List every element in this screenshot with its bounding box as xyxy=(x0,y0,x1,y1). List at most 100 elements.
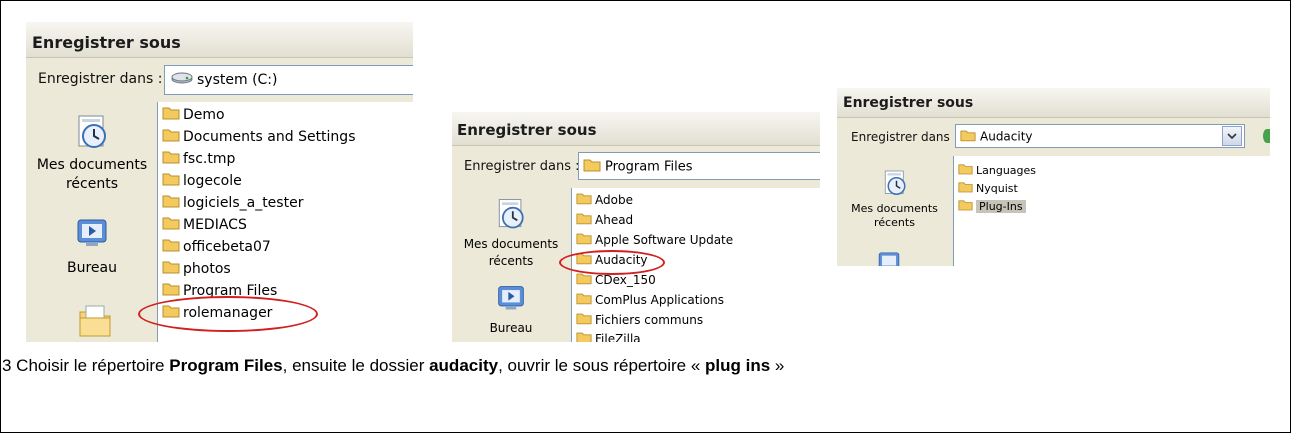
list-item[interactable]: Apple Software Update xyxy=(576,232,733,248)
list-item[interactable]: rolemanager xyxy=(162,304,272,322)
instruction-caption: 3 Choisir le répertoire Program Files, e… xyxy=(2,356,784,376)
place-desktop[interactable]: Bureau xyxy=(28,216,156,276)
list-item[interactable]: MEDIACS xyxy=(162,216,247,234)
save-in-combo[interactable]: Audacity xyxy=(955,124,1245,148)
list-item[interactable]: logecole xyxy=(162,172,242,190)
folder-icon xyxy=(576,232,592,248)
folder-icon xyxy=(576,212,592,228)
list-item[interactable]: Nyquist xyxy=(958,181,1018,196)
recent-documents-icon xyxy=(493,196,529,236)
place-desktop[interactable]: Bureau xyxy=(452,283,570,335)
list-item[interactable]: Adobe xyxy=(576,192,633,208)
save-in-location: Audacity xyxy=(980,129,1033,144)
list-item[interactable]: Audacity xyxy=(576,252,648,268)
folder-icon xyxy=(162,216,180,234)
save-dialog-audacity: Enregistrer sous Enregistrer dans : Auda… xyxy=(837,88,1270,266)
folder-icon xyxy=(958,163,973,178)
dialog-title: Enregistrer sous xyxy=(26,22,413,58)
chevron-down-icon xyxy=(1227,127,1237,145)
save-in-combo[interactable]: Program Files xyxy=(578,152,820,180)
folder-icon xyxy=(162,260,180,278)
list-item[interactable]: fsc.tmp xyxy=(162,150,235,168)
save-in-label: Enregistrer dans : xyxy=(38,71,163,87)
list-item-label: fsc.tmp xyxy=(183,151,236,167)
file-list: Demo Documents and Settings fsc.tmp loge… xyxy=(157,102,413,342)
list-item[interactable]: officebeta07 xyxy=(162,238,271,256)
list-item-label: photos xyxy=(183,261,231,277)
caption-plug-ins: plug ins xyxy=(705,356,771,375)
list-item[interactable]: logiciels_a_tester xyxy=(162,194,303,212)
list-item[interactable]: Demo xyxy=(162,106,225,124)
list-item-label: Apple Software Update xyxy=(595,233,734,247)
list-item-selected[interactable]: Plug-Ins xyxy=(958,199,1026,214)
list-item[interactable]: Languages xyxy=(958,163,1036,178)
hard-drive-icon xyxy=(171,72,193,88)
list-item-label: logecole xyxy=(183,173,242,189)
list-item[interactable]: Ahead xyxy=(576,212,633,228)
recent-documents-icon xyxy=(880,168,910,202)
combo-dropdown-button[interactable] xyxy=(1222,126,1242,146)
save-dialog-system: Enregistrer sous Enregistrer dans : syst… xyxy=(26,22,413,342)
list-item[interactable]: CDex_150 xyxy=(576,272,656,288)
list-item-label: Documents and Settings xyxy=(183,129,356,145)
place-label-recent: Mes documents récents xyxy=(36,157,148,192)
file-list: Adobe Ahead Apple Software Update Audaci… xyxy=(571,188,820,342)
place-label-recent: Mes documents récents xyxy=(851,202,938,229)
list-item-label: Audacity xyxy=(595,253,648,267)
list-item-label: Fichiers communs xyxy=(595,313,704,327)
caption-audacity: audacity xyxy=(429,356,499,375)
folder-icon xyxy=(576,252,592,268)
list-item-label: MEDIACS xyxy=(183,217,247,233)
list-item-label: logiciels_a_tester xyxy=(183,195,304,211)
list-item-label: ComPlus Applications xyxy=(595,293,724,307)
list-item-label: Program Files xyxy=(183,283,278,299)
list-item-label: rolemanager xyxy=(183,305,273,321)
list-item[interactable]: ComPlus Applications xyxy=(576,292,724,308)
caption-middle: , ensuite le dossier xyxy=(282,356,430,375)
place-label-desktop: Bureau xyxy=(489,321,533,335)
place-label-recent: Mes documents récents xyxy=(463,237,559,268)
places-bar: Mes documents récents Bureau xyxy=(452,188,570,342)
caption-prefix: 3 Choisir le répertoire xyxy=(2,356,170,375)
folder-icon xyxy=(958,199,973,214)
dialog-title: Enregistrer sous xyxy=(837,88,1270,118)
folder-icon xyxy=(576,192,592,208)
folder-icon xyxy=(162,304,180,322)
folder-icon xyxy=(162,172,180,190)
place-label-desktop: Bureau xyxy=(67,260,117,276)
save-in-location: system (C:) xyxy=(197,72,278,88)
place-recent-documents[interactable]: Mes documents récents xyxy=(837,168,952,230)
save-in-row: Enregistrer dans : system (C:) xyxy=(26,59,413,101)
list-item[interactable]: Fichiers communs xyxy=(576,312,703,328)
save-in-label: Enregistrer dans : xyxy=(464,159,580,174)
places-bar: Mes documents récents xyxy=(837,156,952,266)
caption-program-files: Program Files xyxy=(169,356,283,375)
folder-icon xyxy=(960,129,976,145)
desktop-icon xyxy=(496,283,526,317)
folder-icon xyxy=(162,238,180,256)
place-recent-documents[interactable]: Mes documents récents xyxy=(28,112,156,194)
folder-icon xyxy=(958,181,973,196)
desktop-icon xyxy=(75,216,109,254)
list-item-label: Ahead xyxy=(595,213,634,227)
folder-icon xyxy=(583,158,601,176)
save-in-label: Enregistrer dans : xyxy=(851,130,958,144)
caption-suffix: » xyxy=(770,356,785,375)
folder-icon xyxy=(576,292,592,308)
save-in-combo[interactable]: system (C:) xyxy=(164,65,413,95)
save-in-location: Program Files xyxy=(605,159,693,175)
go-up-icon[interactable] xyxy=(1263,129,1270,143)
list-item-label: officebeta07 xyxy=(183,239,271,255)
list-item[interactable]: FileZilla xyxy=(576,331,641,342)
list-item-label: Plug-Ins xyxy=(976,200,1026,213)
list-item[interactable]: Program Files xyxy=(162,282,277,300)
place-recent-documents[interactable]: Mes documents récents xyxy=(452,196,570,270)
list-item[interactable]: photos xyxy=(162,260,231,278)
recent-documents-icon xyxy=(72,112,112,156)
list-item-label: CDex_150 xyxy=(595,273,656,287)
dialog-title: Enregistrer sous xyxy=(452,112,820,146)
folder-icon xyxy=(162,194,180,212)
folder-icon xyxy=(162,282,180,300)
list-item[interactable]: Documents and Settings xyxy=(162,128,355,146)
list-item-label: FileZilla xyxy=(595,332,641,342)
